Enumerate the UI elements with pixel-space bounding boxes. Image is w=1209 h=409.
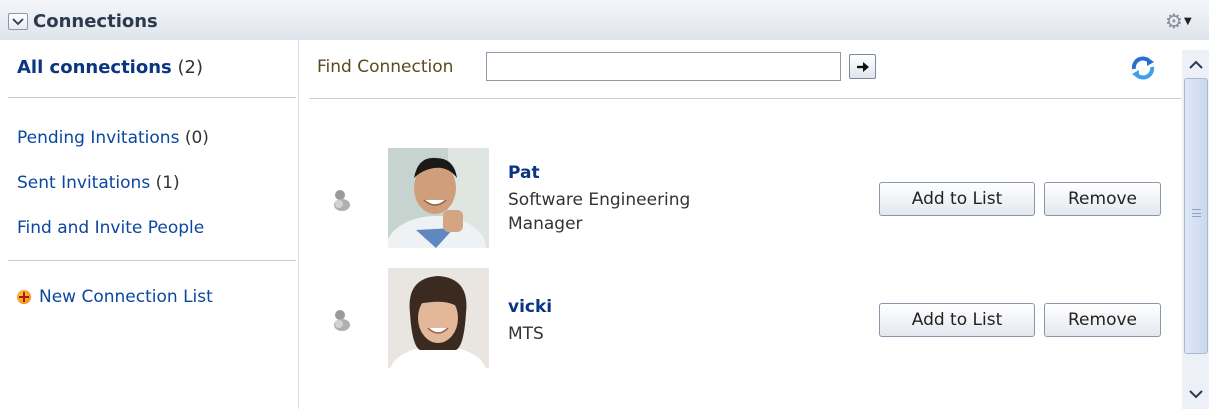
- scroll-down-button[interactable]: [1184, 382, 1208, 406]
- sidebar-item-pending-invitations[interactable]: Pending Invitations (0): [17, 128, 209, 148]
- connection-name[interactable]: Pat: [508, 163, 540, 183]
- chevron-down-icon: [1189, 389, 1203, 398]
- new-connection-list-label: New Connection List: [39, 287, 213, 307]
- sidebar-item-label: Find and Invite People: [17, 218, 205, 238]
- settings-menu-caret-icon[interactable]: ▼: [1184, 16, 1192, 27]
- chevron-up-icon: [1189, 60, 1203, 69]
- connection-title: Software Engineering Manager: [508, 188, 690, 236]
- arrow-right-icon: [856, 61, 869, 72]
- scroll-up-button[interactable]: [1184, 52, 1208, 76]
- sidebar-item-count: (2): [177, 57, 203, 78]
- panel-header: Connections ⚙ ▼: [0, 0, 1209, 40]
- find-connection-input[interactable]: [486, 52, 841, 81]
- add-to-list-button[interactable]: Add to List: [879, 182, 1035, 216]
- find-connection-label: Find Connection: [317, 57, 454, 77]
- new-connection-list-link[interactable]: New Connection List: [17, 287, 213, 307]
- remove-button[interactable]: Remove: [1044, 182, 1161, 216]
- sidebar: All connections (2) Pending Invitations …: [0, 40, 300, 409]
- refresh-icon[interactable]: [1128, 53, 1158, 83]
- list-item: vicki MTS Add to List Remove: [310, 268, 1180, 370]
- sidebar-item-label: Pending Invitations: [17, 128, 180, 148]
- sidebar-item-label: Sent Invitations: [17, 173, 151, 193]
- connection-title-line: Software Engineering: [508, 190, 691, 210]
- plus-icon: [17, 290, 31, 304]
- content-divider: [309, 98, 1181, 99]
- sidebar-item-count: (1): [155, 173, 180, 193]
- presence-status-icon: [334, 310, 350, 331]
- sidebar-divider: [8, 260, 296, 261]
- avatar: [388, 268, 489, 368]
- list-item: Pat Software Engineering Manager Add to …: [310, 148, 1180, 250]
- collapse-button[interactable]: [8, 13, 28, 30]
- sidebar-item-label: All connections: [17, 57, 172, 78]
- connection-name[interactable]: vicki: [508, 297, 552, 317]
- connection-title: MTS: [508, 322, 544, 346]
- gear-icon[interactable]: ⚙: [1165, 9, 1183, 33]
- add-to-list-button[interactable]: Add to List: [879, 303, 1035, 337]
- avatar: [388, 148, 489, 248]
- sidebar-item-all-connections[interactable]: All connections (2): [17, 57, 203, 78]
- sidebar-divider: [8, 97, 296, 98]
- sidebar-separator: [298, 40, 299, 409]
- presence-status-icon: [334, 190, 350, 211]
- sidebar-item-count: (0): [184, 128, 209, 148]
- sidebar-item-sent-invitations[interactable]: Sent Invitations (1): [17, 173, 180, 193]
- connection-title-line: Manager: [508, 214, 583, 234]
- search-go-button[interactable]: [849, 54, 876, 79]
- chevron-down-icon: [12, 17, 24, 25]
- grip-icon: [1192, 209, 1201, 217]
- remove-button[interactable]: Remove: [1044, 303, 1161, 337]
- panel-title: Connections: [33, 11, 158, 32]
- sidebar-item-find-and-invite-people[interactable]: Find and Invite People: [17, 218, 204, 238]
- scrollbar-thumb[interactable]: [1184, 78, 1208, 354]
- connection-title-line: MTS: [508, 324, 544, 344]
